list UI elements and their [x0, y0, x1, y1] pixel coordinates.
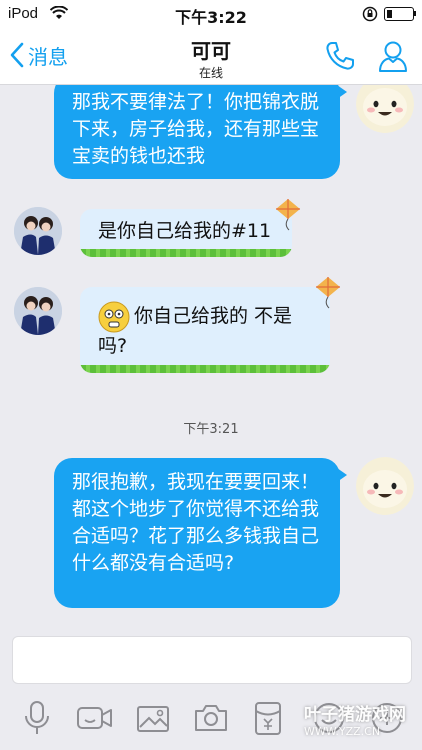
- online-status: 在线: [198, 66, 223, 80]
- message-bubble-incoming[interactable]: 你自己给我的 不是吗?: [80, 287, 330, 373]
- profile-icon[interactable]: [377, 39, 409, 73]
- status-bar: iPod 下午3:22: [0, 0, 422, 28]
- message-timestamp: 下午3:21: [183, 422, 239, 437]
- watermark: 叶子猪游戏网 WWW.YZZ.CN: [304, 700, 416, 744]
- contact-name: 可可: [191, 39, 231, 63]
- phone-icon[interactable]: [324, 40, 356, 72]
- watermark-url: WWW.YZZ.CN: [304, 725, 381, 738]
- kite-decoration: [316, 277, 340, 309]
- red-packet-icon[interactable]: [254, 700, 282, 736]
- chat-area[interactable]: 那我不要律法了！你把锦衣脱下来，房子给我，还有那些宝宝卖的钱也还我 是你自己给我…: [0, 85, 422, 633]
- bubble-tail: [337, 85, 347, 99]
- avatar-self[interactable]: [356, 85, 414, 133]
- avatar-contact[interactable]: [14, 207, 62, 255]
- battery-tip: [414, 11, 416, 16]
- message-text: 是你自己给我的#11: [98, 220, 272, 242]
- message-bubble-incoming[interactable]: 是你自己给我的#11: [80, 209, 292, 257]
- camera-icon[interactable]: [193, 700, 229, 736]
- bubble-grass-decoration: [80, 249, 292, 257]
- bubble-grass-decoration: [80, 365, 330, 373]
- battery-icon: [384, 7, 414, 21]
- avatar-self[interactable]: [356, 457, 414, 515]
- rotation-lock-icon: [362, 6, 378, 22]
- watermark-title: 叶子猪游戏网: [304, 705, 406, 725]
- nav-bar: 消息 可可 在线: [0, 28, 422, 85]
- message-input[interactable]: [12, 636, 412, 684]
- microphone-icon[interactable]: [22, 700, 52, 736]
- status-time: 下午3:22: [175, 8, 247, 27]
- video-icon[interactable]: [76, 700, 114, 736]
- image-icon[interactable]: [136, 700, 170, 736]
- bubble-tail: [337, 468, 347, 482]
- avatar-contact[interactable]: [14, 287, 62, 335]
- message-text: 那很抱歉，我现在要要回来！都这个地步了你觉得不还给我合适吗？花了那么多钱我自己什…: [72, 471, 320, 574]
- message-text: 你自己给我的 不是吗?: [98, 305, 293, 357]
- message-bubble-outgoing[interactable]: 那很抱歉，我现在要要回来！都这个地步了你觉得不还给我合适吗？花了那么多钱我自己什…: [54, 458, 347, 608]
- message-text: 那我不要律法了！你把锦衣脱下来，房子给我，还有那些宝宝卖的钱也还我: [72, 91, 320, 167]
- message-bubble-outgoing[interactable]: 那我不要律法了！你把锦衣脱下来，房子给我，还有那些宝宝卖的钱也还我: [54, 85, 347, 179]
- kite-decoration: [276, 199, 300, 231]
